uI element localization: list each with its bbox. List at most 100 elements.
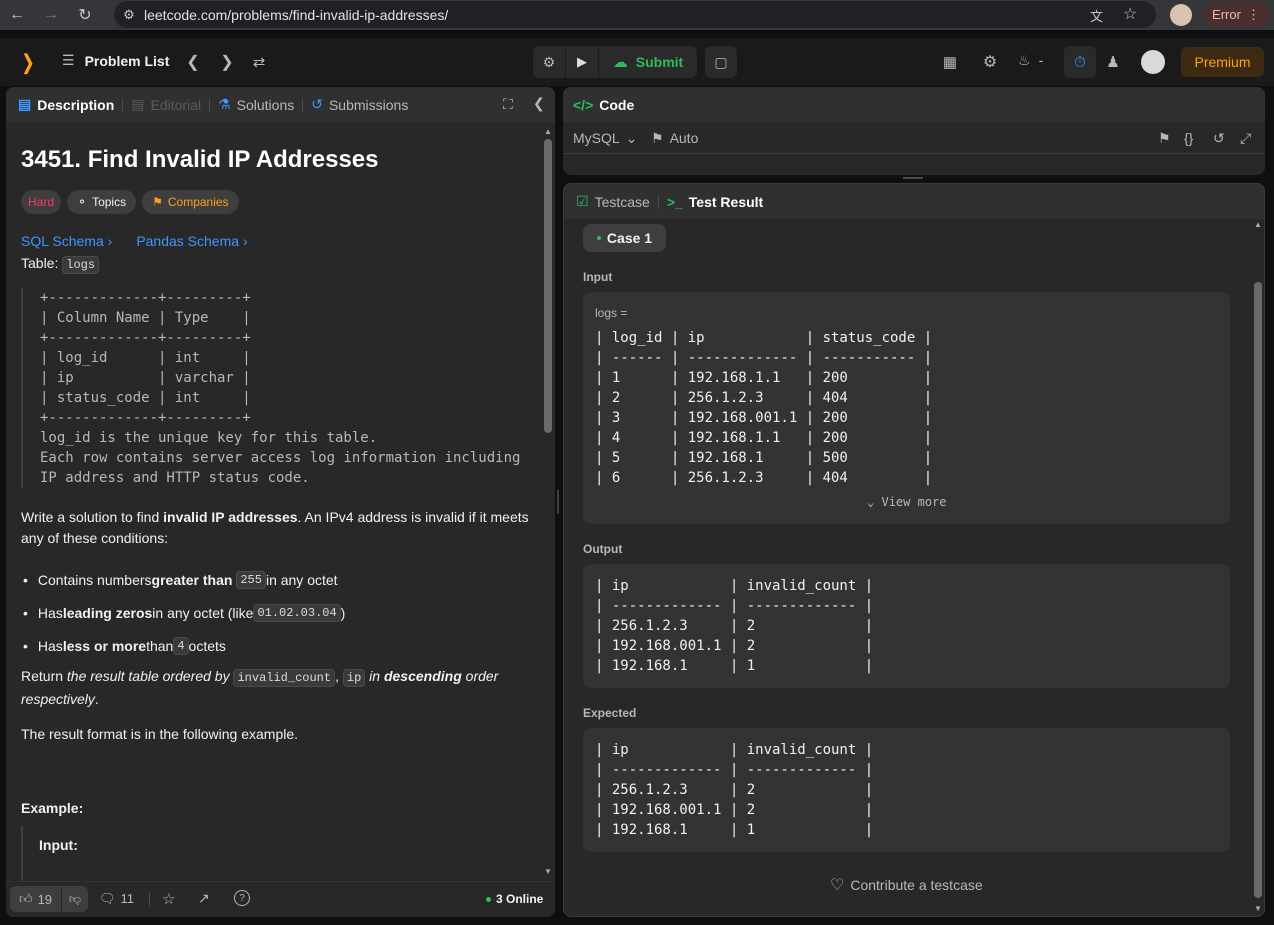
input-label: Input — [583, 270, 613, 284]
prev-problem-icon[interactable]: ❮ — [183, 50, 203, 74]
format-braces-icon[interactable]: {} — [1184, 130, 1193, 146]
play-icon: ▶ — [577, 54, 587, 69]
footer-divider — [149, 892, 150, 906]
tab-description[interactable]: ▤ Description — [6, 96, 122, 113]
thumbs-down-icon: 👎︎ — [68, 891, 82, 906]
menu-dots-icon: ⋮ — [1246, 6, 1260, 22]
lock-icon: ⚑ — [152, 195, 163, 209]
left-scroll-thumb[interactable] — [544, 139, 552, 433]
difficulty-badge: Hard — [21, 190, 62, 214]
tab-solutions[interactable]: ⚗ Solutions — [210, 96, 302, 113]
language-select[interactable]: MySQL ⌄ — [573, 130, 637, 147]
comments-button[interactable]: 🗨︎ 11 — [99, 891, 134, 907]
fullscreen-icon[interactable]: ⤢ — [1240, 130, 1251, 147]
site-info-icon[interactable]: ⚙ — [114, 7, 144, 23]
topics-button[interactable]: ⚬ Topics — [67, 190, 137, 214]
scroll-up-icon: ▲ — [544, 127, 552, 136]
like-button[interactable]: 👍︎ 19 — [10, 886, 61, 912]
layout-icon[interactable]: ▦ — [940, 50, 960, 74]
schema-text: +-------------+---------+ | Column Name … — [40, 290, 521, 486]
translate-icon[interactable]: 文 — [1090, 6, 1103, 25]
case-1-button[interactable]: Case 1 — [583, 224, 666, 252]
tab-submissions[interactable]: ↺ Submissions — [303, 96, 416, 113]
list-item: • Contains numbers greater than 255 in an… — [23, 570, 338, 589]
list-item: • Has less or more than 4 octets — [23, 636, 226, 655]
submit-button[interactable]: ☁ Submit — [599, 46, 697, 78]
tab-testcase[interactable]: ☑ Testcase — [564, 193, 658, 210]
back-icon[interactable]: ← — [0, 0, 34, 30]
vertical-resize-handle[interactable] — [557, 490, 559, 514]
problem-list-link[interactable]: ☰ Problem List — [62, 52, 169, 69]
horizontal-resize-handle[interactable] — [903, 177, 923, 179]
tag-icon: ⚬ — [77, 195, 88, 209]
checkbox-icon: ☑ — [576, 193, 589, 209]
browser-toolbar: ← → ↻ ⚙ leetcode.com/problems/find-inval… — [0, 0, 1274, 30]
chevron-down-icon: ⌄ — [625, 130, 638, 146]
timer-button[interactable]: ⏱ — [1064, 46, 1096, 78]
code-tabbar: </> Code — [563, 87, 1265, 122]
run-button[interactable]: ▶ — [566, 46, 598, 78]
companies-button[interactable]: ⚑ Companies — [142, 190, 239, 214]
view-more-button[interactable]: ⌄ View more — [867, 495, 947, 509]
example-border — [21, 826, 25, 881]
tab-code[interactable]: </> Code — [563, 97, 642, 113]
tab-editorial[interactable]: ▤ Editorial — [123, 96, 209, 113]
error-button[interactable]: Error ⋮ — [1203, 2, 1269, 27]
next-problem-icon[interactable]: ❯ — [217, 50, 237, 74]
reload-icon[interactable]: ↻ — [68, 0, 102, 30]
input-box: logs = | log_id | ip | status_code | | -… — [583, 292, 1230, 524]
input-table: | log_id | ip | status_code | | ------ |… — [595, 330, 933, 486]
fire-icon: ♨ — [1018, 52, 1031, 68]
example-heading: Example: — [21, 800, 84, 816]
address-bar[interactable]: ⚙ leetcode.com/problems/find-invalid-ip-… — [114, 1, 1156, 28]
pass-dot — [596, 236, 601, 240]
streak-counter[interactable]: ♨ - — [1018, 52, 1043, 69]
book-icon: ▤ — [131, 96, 145, 112]
dislike-button[interactable]: 👎︎ — [62, 886, 88, 912]
tab-test-result[interactable]: >_ Test Result — [659, 194, 771, 210]
left-scrollbar[interactable]: ▲ ▼ — [543, 127, 553, 877]
contribute-testcase-button[interactable]: ♡ Contribute a testcase — [830, 875, 983, 895]
bookmark-star-icon[interactable]: ☆ — [1123, 4, 1137, 24]
leetcode-logo-icon[interactable]: ❭ — [16, 50, 40, 74]
right-scrollbar[interactable]: ▲ ▼ — [1253, 220, 1263, 914]
shuffle-icon[interactable]: ⇄ — [249, 50, 269, 74]
expected-table: | ip | invalid_count | | ------------- |… — [595, 742, 874, 838]
user-avatar[interactable] — [1141, 50, 1165, 74]
pandas-schema-link[interactable]: Pandas Schema › — [136, 233, 247, 249]
chevron-right-icon: › — [107, 233, 113, 249]
reset-icon[interactable]: ↺ — [1213, 130, 1225, 147]
forward-icon[interactable]: → — [34, 0, 68, 30]
collapse-icon[interactable]: ❮ — [533, 95, 545, 112]
format-text: The result format is in the following ex… — [21, 726, 299, 742]
cloud-upload-icon: ☁ — [612, 54, 628, 71]
premium-button[interactable]: Premium — [1181, 47, 1264, 77]
expand-icon[interactable]: ⛶ — [503, 96, 513, 113]
url-text: leetcode.com/problems/find-invalid-ip-ad… — [144, 6, 449, 23]
favorite-star-icon[interactable]: ☆ — [162, 890, 175, 908]
online-indicator: 3 Online — [486, 892, 543, 906]
leetcode-navbar: ❭ ☰ Problem List ❮ ❯ ⇄ ⚙ ▶ ☁ Submit ▢ ▦ … — [0, 38, 1274, 86]
settings-gear-icon[interactable]: ⚙ — [980, 50, 1000, 74]
expected-box: | ip | invalid_count | | ------------- |… — [583, 728, 1230, 852]
invite-user-icon[interactable]: ♟ — [1101, 50, 1125, 74]
code-icon: </> — [573, 96, 594, 113]
auto-mode[interactable]: ⚑ Auto — [651, 130, 698, 147]
share-icon[interactable]: ↗ — [198, 890, 210, 907]
right-scroll-thumb[interactable] — [1254, 282, 1262, 898]
bookmark-icon[interactable]: ⚑ — [1158, 130, 1171, 147]
heart-icon: ♡ — [830, 877, 845, 894]
scroll-down-icon: ▼ — [1254, 904, 1262, 913]
sql-schema-link[interactable]: SQL Schema › — [21, 233, 112, 249]
input-variable: logs = — [595, 306, 628, 320]
output-table: | ip | invalid_count | | ------------- |… — [595, 578, 874, 674]
terminal-icon: >_ — [666, 193, 683, 210]
notes-button[interactable]: ▢ — [705, 46, 737, 78]
debug-button[interactable]: ⚙ — [533, 46, 565, 78]
help-icon[interactable]: ? — [234, 890, 250, 906]
profile-avatar[interactable] — [1170, 4, 1192, 26]
left-footer: 👍︎ 19 👎︎ 🗨︎ 11 ☆ ↗ ? 3 Online — [6, 881, 555, 917]
comment-icon: 🗨︎ — [99, 891, 116, 906]
problem-title: 3451. Find Invalid IP Addresses — [21, 146, 379, 173]
return-paragraph: Return the result table ordered by inval… — [21, 668, 499, 707]
